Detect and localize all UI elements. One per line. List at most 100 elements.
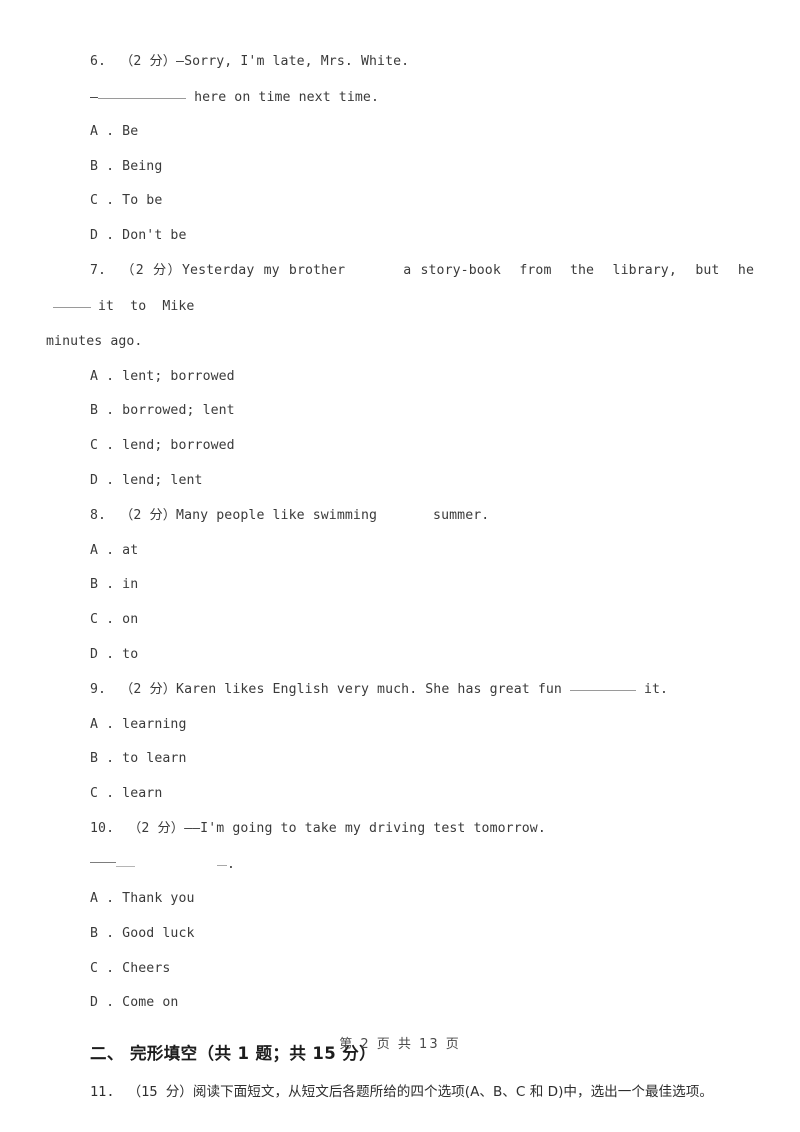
question-10-stem-line-2: . <box>46 847 754 883</box>
option-letter: A <box>90 124 99 139</box>
option-letter: D <box>90 995 99 1011</box>
option-separator: . <box>98 227 123 243</box>
option-label: learning <box>122 716 187 732</box>
question-10-number: 10. <box>90 821 115 837</box>
question-10: 10. （2 分）——I'm going to take my driving t… <box>46 811 754 1020</box>
option-separator: . <box>98 542 123 558</box>
question-6-marks: （2 分） <box>120 54 177 69</box>
question-7-marks: （2 分） <box>120 263 183 279</box>
question-10-dash-lower <box>116 865 135 867</box>
page-footer: 第 2 页 共 13 页 <box>339 1037 461 1052</box>
option-label: on <box>122 611 139 627</box>
question-10-marks: （2 分） <box>128 821 185 837</box>
question-6-stem-line-2: — here on time next time. <box>46 80 754 116</box>
question-10-tick <box>217 864 227 866</box>
question-8: 8. （2 分）Many people like swimming summer. … <box>46 498 754 672</box>
question-7-number: 7. <box>90 263 107 279</box>
option-label: at <box>122 542 139 558</box>
question-10-stem-line-1: 10. （2 分）——I'm going to take my driving t… <box>46 811 754 847</box>
question-10-stem-text-1: ——I'm going to take my driving test tomo… <box>184 821 546 837</box>
option-letter: B <box>90 751 99 767</box>
option-label: borrowed; lent <box>122 403 235 419</box>
question-11-marks: （15 分） <box>127 1083 193 1100</box>
option-label: Being <box>122 158 163 174</box>
option-separator: . <box>98 751 123 767</box>
question-9-stem-text-1: Karen likes English very much. She has g… <box>176 682 562 698</box>
question-6-option-c[interactable]: C . To be <box>46 184 754 219</box>
option-label: Thank you <box>122 891 195 907</box>
question-9-blank <box>569 690 636 692</box>
option-separator: . <box>98 158 123 174</box>
option-label: Good luck <box>122 926 195 941</box>
option-letter: D <box>90 472 99 488</box>
question-6-option-a[interactable]: A . Be <box>46 115 754 150</box>
question-10-option-b[interactable]: B . Good luck <box>46 917 754 952</box>
question-7-stem-line-2: minutes ago. <box>46 324 754 360</box>
question-9-option-c[interactable]: C . learn <box>46 777 754 812</box>
question-9-option-b[interactable]: B . to learn <box>46 742 754 777</box>
option-separator: . <box>98 368 123 384</box>
question-7-stem-text-2: a story-book from the library, but he <box>403 263 754 279</box>
option-separator: . <box>98 960 123 976</box>
question-6-stem-line-1: 6. （2 分）—Sorry, I'm late, Mrs. White. <box>46 44 754 80</box>
option-separator: . <box>98 995 123 1011</box>
question-8-option-c[interactable]: C . on <box>46 603 754 638</box>
question-11: 11. （15 分）阅读下面短文，从短文后各题所给的四个选项(A、B、C 和 D)… <box>46 1075 754 1110</box>
question-7-option-d[interactable]: D . lend; lent <box>46 464 754 499</box>
question-7-stem-line-1: 7. （2 分）Yesterday my brother a story-book … <box>46 253 754 324</box>
question-9: 9. （2 分）Karen likes English very much. Sh… <box>46 672 754 811</box>
question-8-stem-text-2: summer. <box>433 508 490 524</box>
question-9-option-a[interactable]: A . learning <box>46 708 754 743</box>
option-label: Come on <box>122 995 179 1011</box>
option-separator: . <box>98 403 123 419</box>
option-letter: C <box>90 193 99 209</box>
option-letter: C <box>90 438 99 454</box>
question-7-option-a[interactable]: A . lent; borrowed <box>46 360 754 395</box>
option-separator: . <box>98 438 123 454</box>
question-8-option-a[interactable]: A . at <box>46 534 754 569</box>
question-10-option-d[interactable]: D . Come on <box>46 986 754 1021</box>
question-7-blank-2 <box>53 306 91 308</box>
option-letter: D <box>90 227 99 243</box>
question-8-option-b[interactable]: B . in <box>46 568 754 603</box>
option-label: lend; borrowed <box>122 438 235 454</box>
option-label: Be <box>122 124 139 139</box>
question-8-number: 8. <box>90 508 107 524</box>
option-label: to learn <box>122 751 187 767</box>
option-label: lent; borrowed <box>122 368 235 384</box>
question-7-option-b[interactable]: B . borrowed; lent <box>46 394 754 429</box>
option-separator: . <box>98 891 123 907</box>
question-7: 7. （2 分）Yesterday my brother a story-book … <box>46 253 754 498</box>
question-11-text: 阅读下面短文，从短文后各题所给的四个选项(A、B、C 和 D)中，选出一个最佳选… <box>192 1083 713 1100</box>
option-letter: C <box>90 960 99 976</box>
question-10-stem-text-2: . <box>227 856 236 872</box>
question-6-option-b[interactable]: B . Being <box>46 150 754 185</box>
option-separator: . <box>98 785 123 801</box>
option-letter: A <box>90 716 99 732</box>
question-8-option-d[interactable]: D . to <box>46 638 754 673</box>
option-separator: . <box>98 611 123 627</box>
question-11-number: 11. <box>90 1083 115 1100</box>
option-letter: B <box>90 158 99 174</box>
question-7-option-c[interactable]: C . lend; borrowed <box>46 429 754 464</box>
question-7-stem-text-1: Yesterday my brother <box>182 263 346 279</box>
question-8-stem-text-1: Many people like swimming <box>176 508 378 524</box>
option-separator: . <box>98 472 123 488</box>
option-separator: . <box>98 124 123 139</box>
question-6-option-d[interactable]: D . Don't be <box>46 219 754 254</box>
question-10-option-a[interactable]: A . Thank you <box>46 882 754 917</box>
question-9-stem: 9. （2 分）Karen likes English very much. Sh… <box>46 672 754 708</box>
option-label: Don't be <box>122 227 187 243</box>
option-label: in <box>122 577 139 593</box>
exam-page: 6. （2 分）—Sorry, I'm late, Mrs. White. — h… <box>0 0 800 1132</box>
question-10-dash-upper <box>90 861 116 863</box>
question-10-option-c[interactable]: C . Cheers <box>46 952 754 987</box>
question-6-stem-text-2: here on time next time. <box>186 89 379 105</box>
question-6-stem-text-1: —Sorry, I'm late, Mrs. White. <box>176 54 410 69</box>
option-separator: . <box>98 926 123 941</box>
question-9-number: 9. <box>90 682 107 698</box>
option-letter: C <box>90 611 99 627</box>
option-letter: A <box>90 542 99 558</box>
question-6-dash: — <box>90 89 99 105</box>
question-7-stem-text-3: it to Mike <box>98 298 195 314</box>
